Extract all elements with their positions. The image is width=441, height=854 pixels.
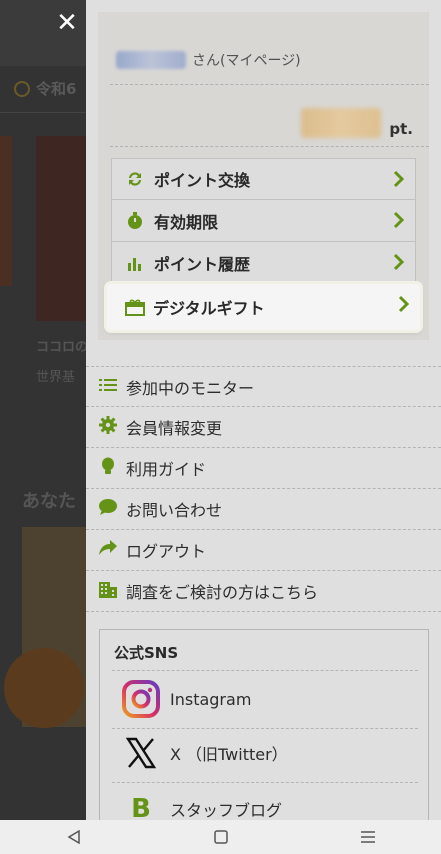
nav-item-account-settings[interactable]: 会員情報変更: [86, 407, 441, 448]
share-arrow-icon: [98, 540, 118, 560]
recents-icon[interactable]: [353, 827, 383, 847]
background-chat-button: [4, 648, 84, 728]
user-row[interactable]: さん(マイページ): [116, 50, 301, 70]
menu-item-point-exchange[interactable]: ポイント交換: [111, 158, 416, 200]
points-unit: pt.: [389, 120, 413, 138]
background-product-sub: 世界基: [36, 370, 76, 385]
nav-item-guide[interactable]: 利用ガイド: [86, 448, 441, 489]
divider: [110, 84, 429, 85]
sns-x-link[interactable]: X （旧Twitter）: [122, 734, 288, 772]
chevron-right-icon: [393, 211, 405, 229]
points-row: pt.: [301, 108, 413, 138]
point-menu: ポイント交換 有効期限 ポイント履歴 デジタルギフト: [107, 158, 420, 330]
divider: [112, 670, 418, 671]
lightbulb-icon: [98, 457, 118, 479]
sns-section: 公式SNS Instagram X （旧Twitter） B スタッフブログ: [99, 629, 429, 820]
nav-item-contact[interactable]: お問い合わせ: [86, 489, 441, 530]
home-icon[interactable]: [206, 827, 236, 847]
nav-item-for-clients[interactable]: 調査をご検討の方はこちら: [86, 571, 441, 612]
chevron-right-icon: [393, 170, 405, 188]
x-icon: [122, 734, 160, 772]
divider: [110, 146, 429, 147]
system-nav-bar: [0, 820, 441, 854]
drawer-nav: 参加中のモニター 会員情報変更 利用ガイド お問い合わせ ログアウト 調査をご検…: [86, 366, 441, 612]
building-icon: [98, 580, 118, 602]
nav-item-logout[interactable]: ログアウト: [86, 530, 441, 571]
background-section-title: あなた: [22, 491, 76, 512]
refresh-icon: [126, 170, 144, 188]
user-name-blurred: [116, 51, 186, 69]
side-drawer: さん(マイページ) pt. ポイント交換 有効期限 ポイント履歴 デジタルギフト…: [86, 0, 441, 820]
menu-item-point-history[interactable]: ポイント履歴: [111, 242, 416, 284]
nav-item-monitors[interactable]: 参加中のモニター: [86, 366, 441, 407]
list-icon: [98, 377, 118, 396]
gear-icon: [98, 416, 118, 438]
stopwatch-icon: [126, 211, 144, 230]
background-product-title: ココロの: [36, 340, 89, 355]
chevron-right-icon: [393, 253, 405, 271]
back-icon[interactable]: [59, 827, 89, 847]
background-image: [0, 136, 12, 286]
clock-icon: [14, 80, 30, 97]
sns-instagram-link[interactable]: Instagram: [122, 680, 251, 718]
gift-card-icon: [125, 298, 145, 316]
close-icon[interactable]: ✕: [52, 8, 82, 38]
sns-title: 公式SNS: [114, 644, 179, 662]
divider: [112, 728, 418, 729]
user-suffix: さん(マイページ): [192, 53, 301, 69]
sns-blog-link[interactable]: B スタッフブログ: [122, 790, 282, 820]
blog-b-icon: B: [131, 794, 151, 820]
points-value-blurred: [301, 108, 382, 138]
bar-chart-icon: [126, 254, 144, 272]
background-date: 令和6: [14, 78, 76, 99]
chat-bubble-icon: [98, 499, 118, 519]
instagram-icon: [122, 680, 160, 718]
menu-item-expiry[interactable]: 有効期限: [111, 200, 416, 242]
chevron-right-icon: [398, 295, 410, 313]
menu-item-digital-gift[interactable]: デジタルギフト: [107, 284, 420, 330]
divider: [112, 782, 418, 783]
